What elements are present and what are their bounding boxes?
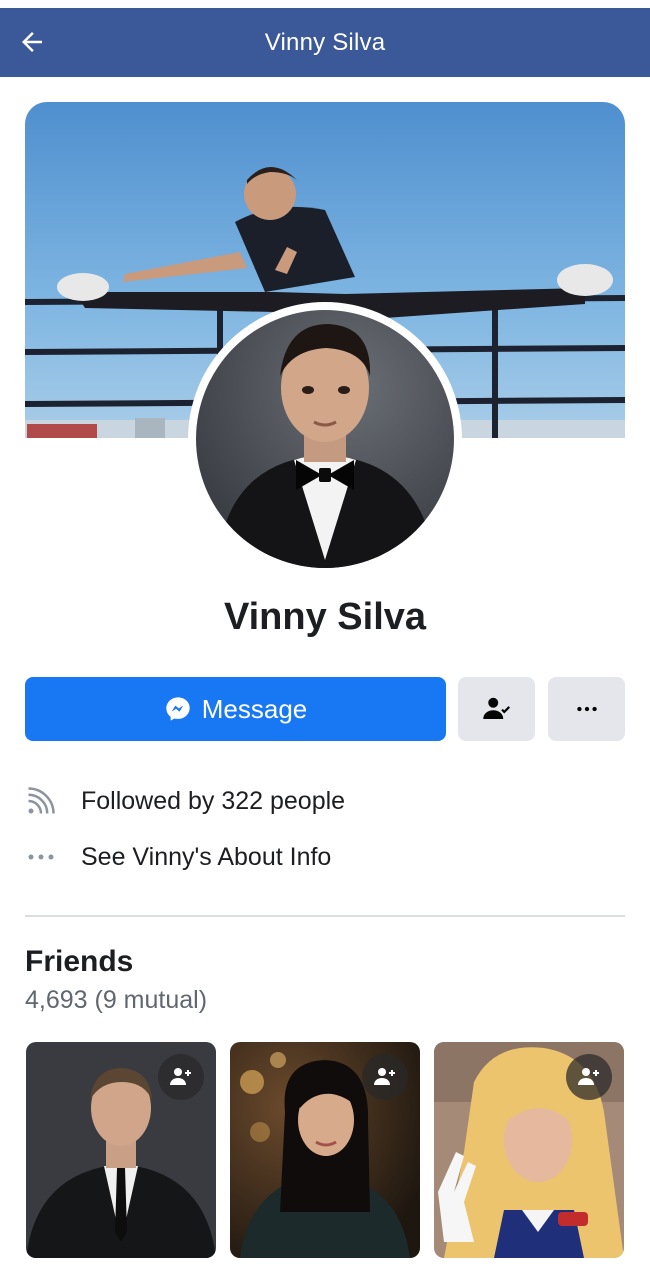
page-title: Vinny Silva (264, 28, 386, 56)
top-app-bar: Vinny Silva (0, 8, 650, 77)
add-friend-icon (170, 1068, 191, 1085)
friend-check-icon (482, 697, 510, 719)
divider (25, 915, 625, 917)
more-dots-icon (576, 706, 597, 712)
rss-icon (25, 785, 57, 817)
profile-picture[interactable] (188, 302, 462, 576)
friend-card[interactable] (26, 1042, 216, 1258)
profile-name: Vinny Silva (223, 596, 427, 638)
more-dots-icon (25, 841, 57, 873)
friend-status-button[interactable] (458, 677, 535, 741)
about-info-row[interactable]: See Vinny's About Info (25, 837, 625, 877)
add-friend-button[interactable] (566, 1054, 612, 1100)
friends-count: 4,693 (9 mutual) (25, 986, 208, 1014)
add-friend-icon (374, 1068, 395, 1085)
friends-title[interactable]: Friends (25, 945, 133, 979)
followers-text: Followed by 322 people (81, 786, 346, 815)
friend-card[interactable] (434, 1042, 624, 1258)
avatar (196, 310, 454, 568)
add-friend-icon (578, 1068, 599, 1085)
friend-card[interactable] (230, 1042, 420, 1258)
arrow-left-icon (22, 32, 42, 52)
about-info-text: See Vinny's About Info (81, 842, 332, 871)
message-button-label: Message (201, 693, 308, 724)
status-strip (0, 0, 650, 8)
messenger-icon (166, 697, 190, 721)
add-friend-button[interactable] (362, 1054, 408, 1100)
followers-row[interactable]: Followed by 322 people (25, 781, 625, 821)
add-friend-button[interactable] (158, 1054, 204, 1100)
back-button[interactable] (12, 22, 52, 62)
more-options-button[interactable] (548, 677, 625, 741)
message-button[interactable]: Message (25, 677, 446, 741)
